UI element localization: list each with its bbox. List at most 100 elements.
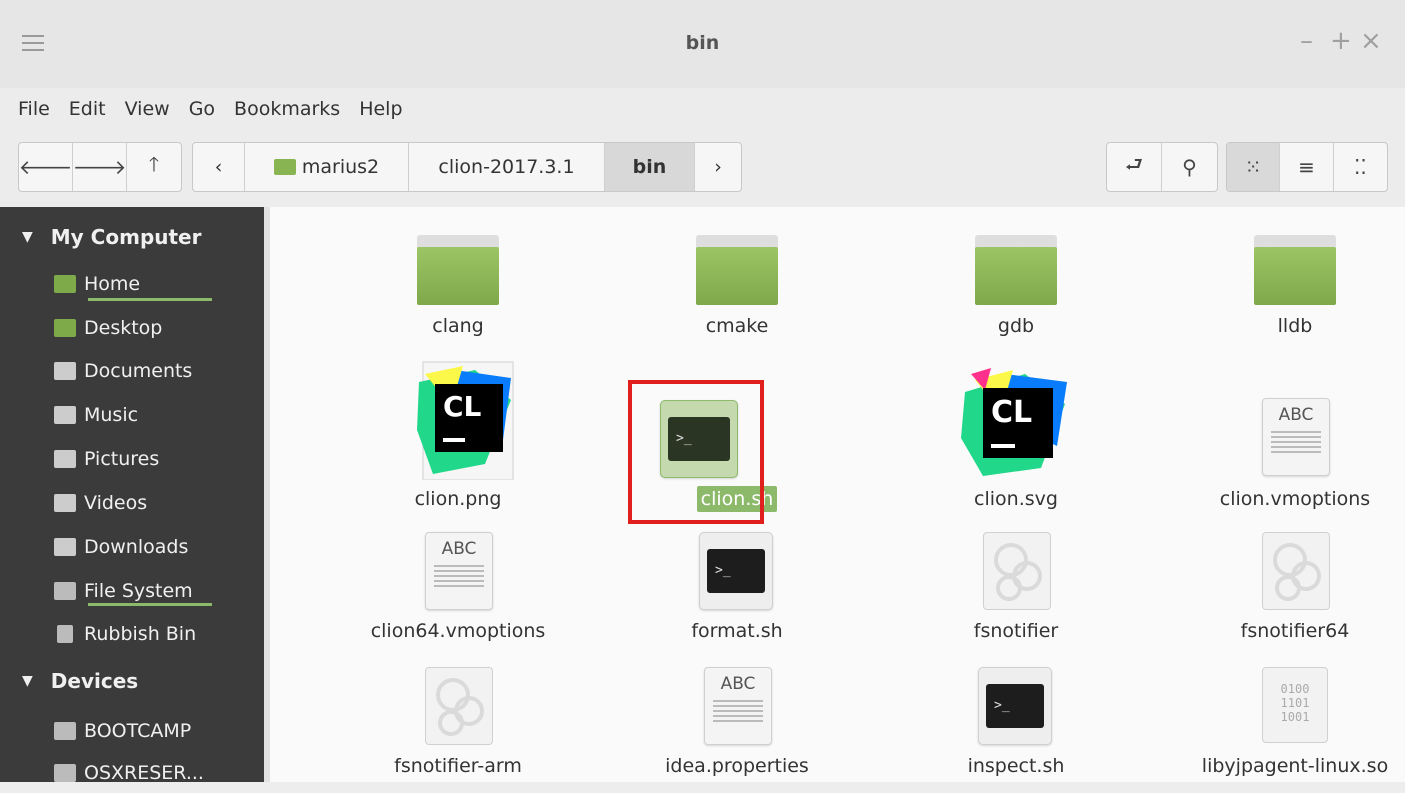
file-item[interactable]: fsnotifier-arm — [343, 667, 573, 782]
file-item[interactable]: ABC clion64.vmoptions — [343, 532, 573, 647]
icon-view-button[interactable]: ⁙ — [1227, 143, 1281, 191]
downloads-icon — [54, 538, 76, 556]
maximize-button[interactable]: + — [1330, 26, 1352, 56]
close-button[interactable]: × — [1360, 26, 1382, 56]
file-label: clion.vmoptions — [1219, 488, 1371, 510]
cl-text: CL — [443, 390, 482, 423]
sidebar-item-documents[interactable]: Documents — [54, 351, 192, 391]
section-title: My Computer — [50, 225, 202, 249]
menu-bar: File Edit View Go Bookmarks Help — [0, 88, 1405, 130]
file-item[interactable]: CL clion.png — [343, 360, 573, 520]
text-document-icon: ABC — [425, 532, 493, 610]
breadcrumb-clion[interactable]: clion-2017.3.1 — [409, 143, 605, 191]
file-item[interactable]: clang — [343, 235, 573, 345]
binary-line: 1101 — [1280, 696, 1310, 710]
location-search-group: ⮐ ⚲ — [1106, 142, 1218, 192]
sidebar-item-osxreser[interactable]: OSXRESER... — [54, 753, 204, 793]
minimize-button[interactable]: – — [1300, 26, 1313, 56]
file-item[interactable]: cmake — [622, 235, 852, 345]
trash-icon — [57, 625, 73, 643]
clion-logo-icon: CL — [961, 368, 1067, 476]
pictures-icon — [54, 450, 76, 468]
file-item[interactable]: 0100 1101 1001 libyjpagent-linux.so — [1180, 667, 1405, 782]
breadcrumb: ‹ marius2 clion-2017.3.1 bin › — [192, 142, 742, 192]
sidebar-item-downloads[interactable]: Downloads — [54, 527, 188, 567]
toggle-location-button[interactable]: ⮐ — [1107, 143, 1163, 191]
file-label: lldb — [1277, 315, 1313, 337]
section-my-computer[interactable]: ▼ My Computer — [22, 225, 201, 249]
chevron-left-icon: ‹ — [214, 156, 223, 178]
sidebar-item-pictures[interactable]: Pictures — [54, 439, 159, 479]
breadcrumb-next-button[interactable]: › — [695, 143, 741, 191]
grid-icon: ⁙ — [1244, 155, 1262, 179]
file-label: clang — [432, 315, 484, 337]
file-item[interactable]: lldb — [1180, 235, 1405, 345]
home-icon — [54, 275, 76, 293]
title-bar: bin – + × — [0, 0, 1405, 89]
section-title: Devices — [50, 669, 139, 693]
desktop-icon — [54, 319, 76, 337]
view-mode-group: ⁙ ≡ ⁚⁚ — [1226, 142, 1388, 192]
file-label: fsnotifier64 — [1240, 620, 1350, 642]
file-item[interactable]: ABC clion.vmoptions — [1180, 360, 1405, 520]
home-usage-bar — [88, 298, 212, 301]
nav-button-group: 🡐 🡒 🡑 — [18, 142, 182, 192]
breadcrumb-label: marius2 — [301, 156, 380, 178]
sidebar-item-desktop[interactable]: Desktop — [54, 308, 162, 348]
menu-file[interactable]: File — [18, 98, 50, 120]
back-button[interactable]: 🡐 — [19, 143, 73, 191]
sidebar-item-music[interactable]: Music — [54, 395, 138, 435]
videos-icon — [54, 494, 76, 512]
file-label: inspect.sh — [967, 755, 1065, 777]
toolbar: 🡐 🡒 🡑 ‹ marius2 clion-2017.3.1 bin › ⮐ ⚲… — [0, 130, 1405, 206]
sidebar-item-label: OSXRESER... — [84, 762, 204, 784]
expand-triangle-icon: ▼ — [22, 229, 33, 245]
menu-bookmarks[interactable]: Bookmarks — [234, 98, 340, 120]
sidebar-item-rubbish-bin[interactable]: Rubbish Bin — [54, 614, 196, 654]
file-label: idea.properties — [665, 755, 809, 777]
breadcrumb-prev-button[interactable]: ‹ — [193, 143, 245, 191]
location-toggle-icon: ⮐ — [1125, 152, 1143, 176]
file-grid: clang cmake gdb lldb CL clion.png >_ cli… — [270, 207, 1405, 782]
expand-triangle-icon: ▼ — [22, 673, 33, 689]
up-button[interactable]: 🡑 — [127, 143, 181, 191]
file-manager-window: bin – + × File Edit View Go Bookmarks He… — [0, 0, 1405, 784]
sidebar-item-videos[interactable]: Videos — [54, 483, 147, 523]
abc-text: ABC — [720, 674, 756, 694]
menu-view[interactable]: View — [125, 98, 170, 120]
binary-line: 1001 — [1280, 710, 1310, 724]
menu-help[interactable]: Help — [359, 98, 402, 120]
chevron-right-icon: › — [714, 156, 722, 178]
sidebar-item-label: BOOTCAMP — [84, 720, 192, 742]
search-button[interactable]: ⚲ — [1162, 143, 1217, 191]
compact-view-button[interactable]: ⁚⁚ — [1334, 143, 1387, 191]
breadcrumb-bin[interactable]: bin — [605, 143, 695, 191]
executable-gear-icon — [983, 532, 1051, 610]
sidebar-item-bootcamp[interactable]: BOOTCAMP — [54, 711, 191, 751]
binary-line: 0100 — [1280, 682, 1310, 696]
file-item[interactable]: fsnotifier — [901, 532, 1131, 647]
file-item[interactable]: >_ format.sh — [622, 532, 852, 647]
breadcrumb-marius2[interactable]: marius2 — [245, 143, 409, 191]
abc-text: ABC — [441, 539, 477, 559]
prompt-text: >_ — [707, 549, 765, 593]
list-icon: ≡ — [1298, 155, 1315, 179]
drive-icon — [54, 582, 76, 600]
file-item[interactable]: >_ inspect.sh — [901, 667, 1131, 782]
home-folder-icon — [273, 159, 296, 175]
menu-edit[interactable]: Edit — [69, 98, 106, 120]
file-item[interactable]: gdb — [901, 235, 1131, 345]
forward-button[interactable]: 🡒 — [73, 143, 127, 191]
back-arrow-icon: 🡐 — [18, 155, 73, 179]
list-view-button[interactable]: ≡ — [1280, 143, 1334, 191]
file-item[interactable]: fsnotifier64 — [1180, 532, 1405, 647]
menu-go[interactable]: Go — [189, 98, 215, 120]
executable-gear-icon — [1262, 532, 1330, 610]
file-item[interactable]: ABC idea.properties — [622, 667, 852, 782]
up-arrow-icon: 🡑 — [148, 152, 160, 176]
file-item[interactable]: CL clion.svg — [901, 360, 1131, 520]
documents-icon — [54, 362, 76, 380]
section-devices[interactable]: ▼ Devices — [22, 669, 138, 693]
text-document-icon: ABC — [704, 667, 772, 745]
file-label: cmake — [705, 315, 769, 337]
